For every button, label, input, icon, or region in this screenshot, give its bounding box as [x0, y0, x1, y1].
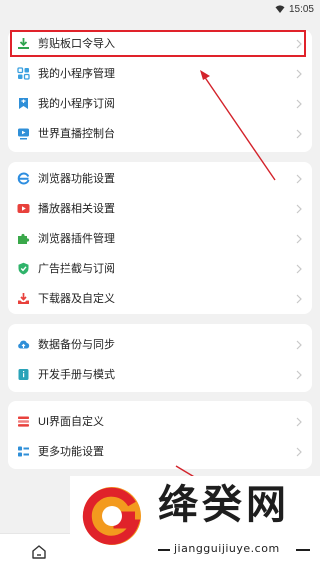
menu-item-label: 更多功能设置 [38, 446, 104, 458]
status-bar: 15:05 [0, 0, 320, 18]
menu-item-label: 开发手册与模式 [38, 369, 115, 381]
watermark-logo [82, 487, 141, 545]
watermark: 绛癸网 jiangguijiuye.com [70, 476, 320, 568]
chevron-right-icon [295, 446, 303, 458]
browser-icon [17, 172, 30, 185]
menu-item-backup-sync[interactable]: 数据备份与同步 [8, 332, 312, 358]
watermark-line-left [158, 549, 170, 551]
menu-item-label: 数据备份与同步 [38, 339, 115, 351]
more-icon [17, 445, 30, 458]
chevron-right-icon [295, 203, 303, 215]
home-icon[interactable] [31, 544, 47, 560]
menu-item-label: UI界面自定义 [38, 416, 104, 428]
menu-item-label: 我的小程序订阅 [38, 98, 115, 110]
menu-item-label: 浏览器功能设置 [38, 173, 115, 185]
watermark-line-right [296, 549, 310, 551]
settings-group-2: 浏览器功能设置 播放器相关设置 浏览器插件管理 广告拦截与订阅 下载器及自定义 [8, 162, 312, 314]
download-icon [17, 37, 30, 50]
chevron-right-icon [295, 128, 303, 140]
ui-icon [17, 415, 30, 428]
status-time: 15:05 [288, 3, 314, 15]
puzzle-icon [17, 232, 30, 245]
wifi-icon [275, 5, 285, 13]
menu-item-label: 我的小程序管理 [38, 68, 115, 80]
menu-item-label: 浏览器插件管理 [38, 233, 115, 245]
menu-item-plugin-manage[interactable]: 浏览器插件管理 [8, 226, 312, 252]
menu-item-downloader[interactable]: 下载器及自定义 [8, 286, 312, 312]
cloud-icon [17, 338, 30, 351]
chevron-right-icon [295, 173, 303, 185]
watermark-url: jiangguijiuye.com [174, 542, 280, 555]
book-icon [17, 368, 30, 381]
tv-icon [17, 127, 30, 140]
menu-item-dev-manual[interactable]: 开发手册与模式 [8, 362, 312, 388]
settings-group-3: 数据备份与同步 开发手册与模式 [8, 324, 312, 392]
chevron-right-icon [295, 98, 303, 110]
menu-item-adblock[interactable]: 广告拦截与订阅 [8, 256, 312, 282]
menu-item-live-console[interactable]: 世界直播控制台 [8, 121, 312, 147]
chevron-right-icon [295, 416, 303, 428]
menu-item-label: 广告拦截与订阅 [38, 263, 115, 275]
chevron-right-icon [295, 293, 303, 305]
chevron-right-icon [295, 38, 303, 50]
menu-item-label: 世界直播控制台 [38, 128, 115, 140]
shield-icon [17, 262, 30, 275]
menu-item-ui-customize[interactable]: UI界面自定义 [8, 409, 312, 435]
chevron-right-icon [295, 339, 303, 351]
menu-item-more-settings[interactable]: 更多功能设置 [8, 439, 312, 465]
download-tray-icon [17, 292, 30, 305]
menu-item-label: 播放器相关设置 [38, 203, 115, 215]
grid-icon [17, 67, 30, 80]
watermark-title: 绛癸网 [158, 482, 290, 528]
menu-item-mini-program-subscribe[interactable]: 我的小程序订阅 [8, 91, 312, 117]
menu-item-label: 剪贴板口令导入 [38, 38, 115, 50]
menu-item-label: 下载器及自定义 [38, 293, 115, 305]
settings-group-1: 剪贴板口令导入 我的小程序管理 我的小程序订阅 世界直播控制台 [8, 30, 312, 152]
settings-group-4: UI界面自定义 更多功能设置 [8, 401, 312, 469]
chevron-right-icon [295, 369, 303, 381]
menu-item-browser-settings[interactable]: 浏览器功能设置 [8, 166, 312, 192]
chevron-right-icon [295, 233, 303, 245]
chevron-right-icon [295, 68, 303, 80]
menu-item-mini-program-manage[interactable]: 我的小程序管理 [8, 61, 312, 87]
menu-item-clipboard-import[interactable]: 剪贴板口令导入 [8, 31, 312, 57]
chevron-right-icon [295, 263, 303, 275]
bookmark-icon [17, 97, 30, 110]
menu-item-player-settings[interactable]: 播放器相关设置 [8, 196, 312, 222]
play-icon [17, 202, 30, 215]
